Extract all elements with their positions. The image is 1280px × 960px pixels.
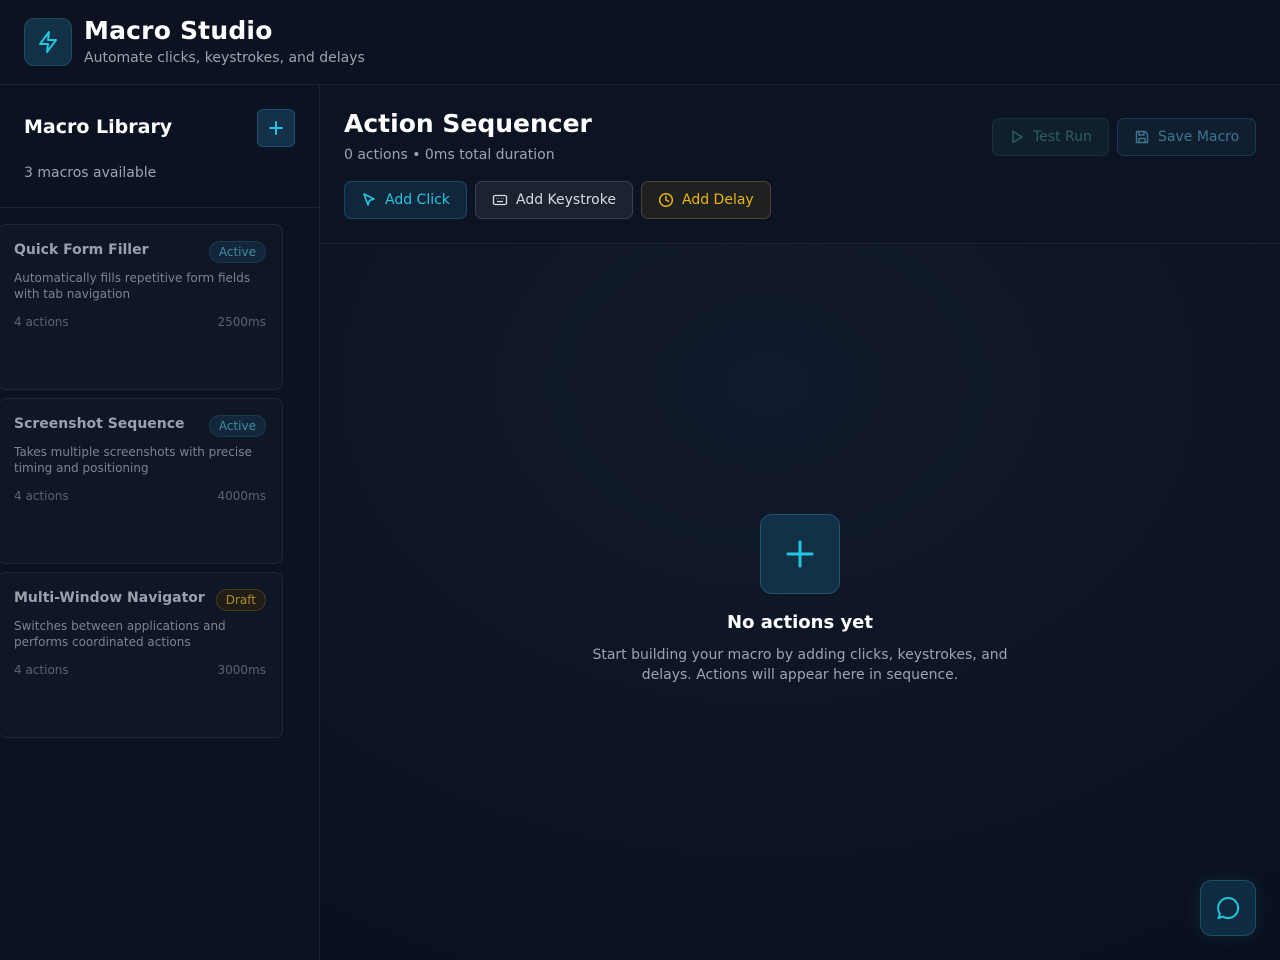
chat-button[interactable]: [1200, 880, 1256, 936]
play-icon: [1012, 130, 1023, 144]
status-badge: Draft: [215, 589, 266, 611]
macro-action-count: 4 actions: [14, 315, 69, 329]
macro-library-sidebar: Macro Library 3 macros available Quick F…: [0, 85, 320, 960]
macro-action-count: 4 actions: [14, 489, 69, 503]
plus-icon: [786, 540, 814, 568]
add-macro-button[interactable]: [257, 109, 295, 147]
empty-state-icon: [760, 514, 840, 594]
add-keystroke-button[interactable]: Add Keystroke: [475, 181, 633, 219]
test-run-label: Test Run: [1033, 129, 1092, 145]
status-badge: Active: [208, 241, 266, 263]
sequencer-title: Action Sequencer: [344, 109, 592, 138]
cursor-icon: [363, 193, 375, 206]
empty-state-text: Start building your macro by adding clic…: [592, 647, 1008, 683]
save-icon: [1135, 130, 1149, 144]
action-sequencer-panel: Action Sequencer 0 actions • 0ms total d…: [320, 85, 1280, 960]
app-root: Macro Studio Automate clicks, keystrokes…: [0, 0, 1280, 960]
add-delay-label: Add Delay: [682, 192, 754, 208]
macro-action-count: 4 actions: [14, 663, 69, 677]
macro-count: 3 macros available: [24, 165, 157, 181]
macro-description: Takes multiple screenshots with precise …: [14, 445, 252, 475]
chat-bubble-icon: [1217, 896, 1240, 919]
library-title: Macro Library: [24, 116, 173, 138]
test-run-button[interactable]: Test Run: [992, 118, 1109, 156]
app-subtitle: Automate clicks, keystrokes, and delays: [84, 50, 365, 66]
sequence-summary: 0 actions • 0ms total duration: [344, 147, 555, 163]
sidebar-header: Macro Library 3 macros available: [0, 85, 319, 208]
macro-card[interactable]: Multi-Window Navigator Draft Switches be…: [0, 572, 283, 738]
lightning-bolt-icon: [39, 31, 57, 53]
macro-duration: 3000ms: [217, 663, 266, 677]
macro-description: Automatically fills repetitive form fiel…: [14, 271, 251, 301]
macro-duration: 2500ms: [217, 315, 266, 329]
add-click-label: Add Click: [385, 192, 450, 208]
macro-card[interactable]: Screenshot Sequence Active Takes multipl…: [0, 398, 283, 564]
app-header: Macro Studio Automate clicks, keystrokes…: [0, 0, 1280, 85]
macro-duration: 4000ms: [217, 489, 266, 503]
app-logo: [24, 18, 72, 66]
save-macro-label: Save Macro: [1158, 129, 1240, 145]
sequencer-header: Action Sequencer 0 actions • 0ms total d…: [320, 85, 1280, 244]
macro-name: Quick Form Filler: [14, 242, 149, 258]
add-delay-button[interactable]: Add Delay: [641, 181, 771, 219]
clock-icon: [658, 192, 674, 208]
status-badge: Active: [208, 415, 266, 437]
keyboard-icon: [492, 194, 508, 206]
empty-state-title: No actions yet: [727, 612, 873, 633]
add-keystroke-label: Add Keystroke: [516, 192, 616, 208]
app-title: Macro Studio: [84, 16, 273, 45]
macro-name: Multi-Window Navigator: [14, 590, 205, 606]
plus-icon: [269, 121, 283, 135]
save-macro-button[interactable]: Save Macro: [1117, 118, 1257, 156]
macro-card[interactable]: Quick Form Filler Active Automatically f…: [0, 224, 283, 390]
macro-name: Screenshot Sequence: [14, 416, 185, 432]
macro-description: Switches between applications and perfor…: [14, 619, 226, 649]
add-click-button[interactable]: Add Click: [344, 181, 467, 219]
